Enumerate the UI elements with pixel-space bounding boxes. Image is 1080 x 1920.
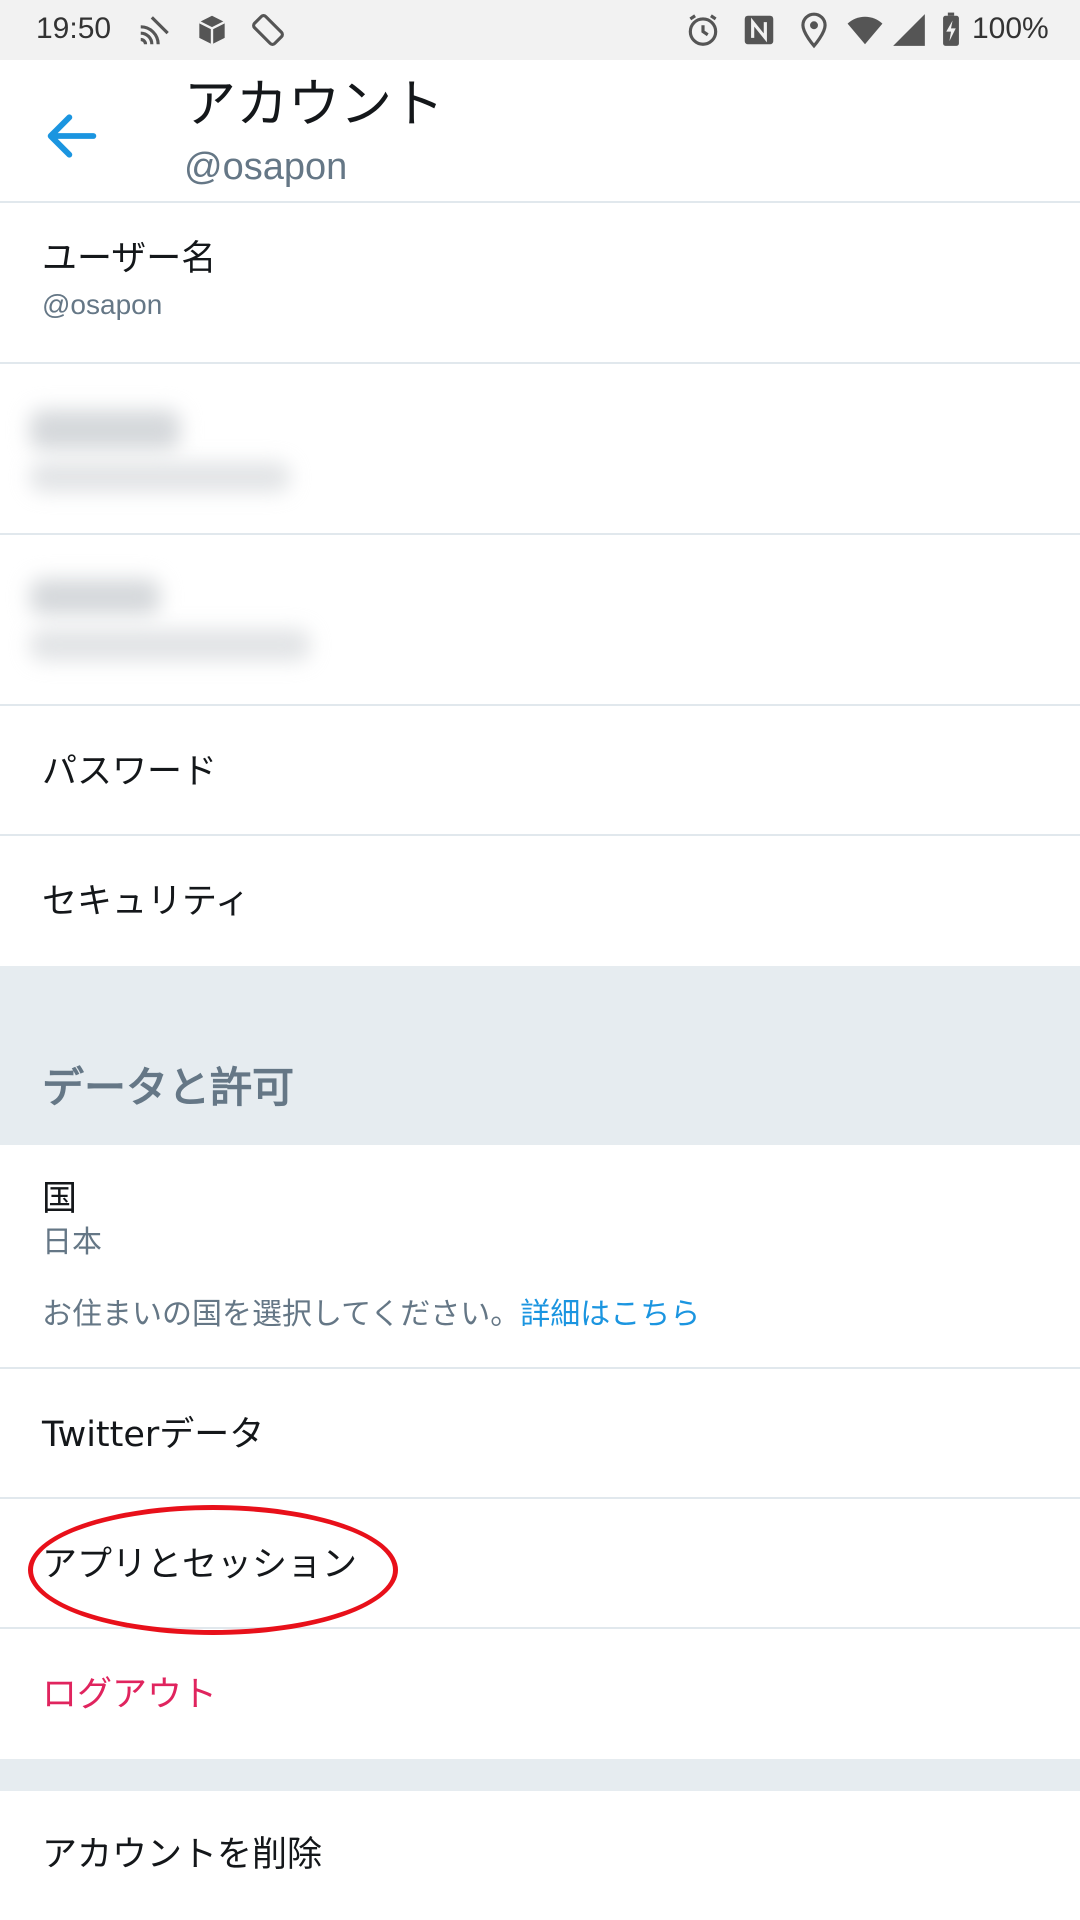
country-description-text: お住まいの国を選択してください。: [42, 1297, 521, 1332]
package-icon: [198, 15, 226, 45]
status-time: 19:50: [36, 12, 112, 45]
username-value: @osapon: [42, 289, 163, 320]
page-title: アカウント: [184, 75, 445, 135]
learn-more-link[interactable]: 詳細はこちら: [520, 1297, 700, 1332]
password-label: パスワード: [42, 752, 218, 792]
settings-row-twitter-data[interactable]: Twitterデータ: [0, 1371, 1080, 1499]
settings-row-apps-sessions[interactable]: アプリとセッション: [0, 1501, 1080, 1629]
section-title: データと許可: [42, 1063, 295, 1112]
screen-rotate-icon: [252, 14, 284, 46]
wifi-icon: [847, 16, 883, 45]
nfc-icon: [744, 15, 774, 45]
signal-icon: [893, 14, 925, 46]
username-label: ユーザー名: [42, 239, 217, 279]
page-subtitle-handle: @osapon: [184, 146, 348, 188]
arrow-left-icon[interactable]: [40, 104, 104, 168]
settings-row-password[interactable]: パスワード: [0, 708, 1080, 836]
delete-account-label: アカウントを削除: [42, 1835, 323, 1875]
battery-percentage: 100%: [972, 12, 1049, 45]
settings-row-delete-account[interactable]: アカウントを削除: [0, 1791, 1080, 1920]
apps-sessions-label: アプリとセッション: [42, 1545, 358, 1585]
country-description: お住まいの国を選択してください。詳細はこちら: [42, 1295, 700, 1335]
settings-row-security[interactable]: セキュリティ: [0, 838, 1080, 966]
settings-row-redacted-2[interactable]: [0, 537, 1080, 706]
section-header-data-permissions: データと許可: [0, 966, 1080, 1145]
location-icon: [801, 12, 827, 49]
settings-row-username[interactable]: ユーザー名 @osapon: [0, 205, 1080, 364]
redacted-value: [30, 462, 290, 492]
alarm-icon: [688, 14, 718, 46]
redacted-label: [30, 579, 160, 615]
redacted-label: [30, 410, 180, 450]
settings-row-redacted-1[interactable]: [0, 366, 1080, 535]
logout-label: ログアウト: [42, 1675, 218, 1715]
redacted-value: [30, 629, 310, 661]
country-value: 日本: [42, 1225, 102, 1260]
app-header: アカウント @osapon: [0, 60, 1080, 203]
twitter-data-label: Twitterデータ: [42, 1415, 265, 1455]
battery-charging-icon: [943, 12, 959, 46]
status-bar: 19:50 100%: [0, 0, 1080, 60]
settings-row-logout[interactable]: ログアウト: [0, 1631, 1080, 1759]
country-label: 国: [42, 1179, 78, 1219]
section-spacer: [0, 1759, 1080, 1791]
cast-icon: [140, 16, 169, 45]
security-label: セキュリティ: [42, 882, 250, 922]
settings-row-country[interactable]: 国 日本 お住まいの国を選択してください。詳細はこちら: [0, 1145, 1080, 1369]
